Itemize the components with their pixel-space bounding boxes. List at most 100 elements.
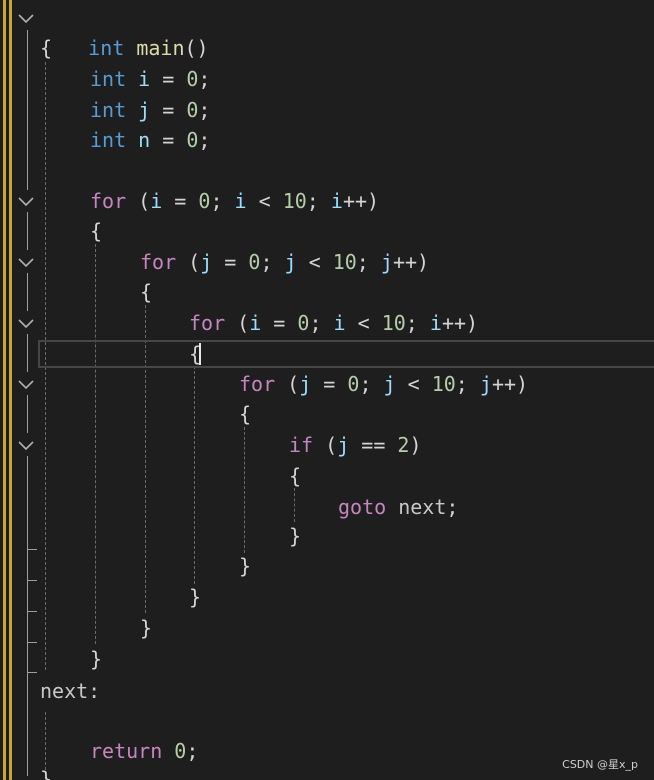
operator: == [349, 433, 398, 457]
code-line-decl-i[interactable]: int i = 0; [90, 64, 210, 94]
number: 0 [347, 372, 360, 396]
variable: i [330, 189, 343, 213]
number: 0 [186, 128, 199, 152]
number: 0 [297, 311, 310, 335]
code-line-for-loop[interactable]: for (i = 0; i < 10; i++) [189, 308, 478, 338]
code-line-close-brace[interactable]: } [289, 521, 301, 551]
fold-range-line [27, 273, 28, 311]
fold-end-marker [27, 611, 37, 612]
code-editor[interactable]: int main() { int i = 0; int j = 0; int n… [0, 0, 654, 780]
brace: } [90, 647, 103, 671]
code-line-return[interactable]: return 0; [90, 736, 198, 766]
parens: () [184, 36, 209, 60]
keyword-int: int [90, 128, 127, 152]
watermark: CSDN @星x_p [562, 758, 638, 771]
punc: < [246, 189, 283, 213]
punc: = [212, 250, 249, 274]
brace: { [239, 402, 252, 426]
keyword-for: for [90, 189, 127, 213]
variable: i [333, 311, 346, 335]
punc: ++) [491, 372, 529, 396]
punc: ; [359, 372, 384, 396]
semicolon: ; [198, 128, 211, 152]
fold-chevron-icon[interactable] [16, 191, 36, 211]
brace: } [40, 767, 53, 780]
keyword-for: for [140, 250, 177, 274]
fold-range-line [27, 212, 28, 250]
brace: { [40, 36, 53, 60]
code-line-for-loop[interactable]: for (j = 0; j < 10; j++) [140, 247, 429, 277]
punc: ++) [392, 250, 430, 274]
operator: = [150, 98, 187, 122]
code-line-open-brace[interactable]: { [40, 33, 52, 63]
punc: = [261, 311, 298, 335]
fold-chevron-icon[interactable] [16, 8, 36, 28]
code-line-decl-n[interactable]: int n = 0; [90, 125, 210, 155]
punc: ) [409, 433, 422, 457]
keyword-int: int [88, 36, 125, 60]
fold-chevron-icon[interactable] [16, 435, 36, 455]
keyword-return: return [90, 739, 163, 763]
code-line-open-brace[interactable]: { [140, 277, 152, 307]
change-marker-bar [3, 0, 6, 780]
punc: ( [126, 189, 151, 213]
punc: ++) [441, 311, 479, 335]
code-line-close-brace[interactable]: } [189, 582, 201, 612]
variable: i [138, 67, 151, 91]
indent-guide [95, 244, 96, 644]
label-ref: next [386, 495, 447, 519]
fold-range-line [27, 334, 28, 372]
keyword-for: for [189, 311, 226, 335]
fold-end-marker [27, 672, 37, 673]
punc: ; [455, 372, 480, 396]
fold-chevron-icon[interactable] [16, 252, 36, 272]
punc: ; [210, 189, 235, 213]
number: 2 [397, 433, 410, 457]
fold-range-line [27, 456, 28, 776]
variable: i [429, 311, 442, 335]
code-line-open-brace[interactable]: { [289, 461, 301, 491]
code-line-close-brace[interactable]: } [90, 644, 102, 674]
number: 0 [186, 67, 199, 91]
code-line-label[interactable]: next: [40, 676, 100, 706]
operator: = [150, 128, 187, 152]
code-line-open-brace[interactable]: { [90, 216, 102, 246]
code-line-close-brace[interactable]: } [239, 551, 251, 581]
indent-guide [194, 366, 195, 584]
code-line-close-brace[interactable]: } [140, 613, 152, 643]
brace: { [289, 464, 302, 488]
variable: i [234, 189, 247, 213]
code-line-if[interactable]: if (j == 2) [289, 430, 422, 460]
code-line-main-signature[interactable]: int main() [40, 3, 208, 60]
variable: i [249, 311, 262, 335]
punc: < [395, 372, 432, 396]
fold-chevron-icon[interactable] [16, 374, 36, 394]
fold-end-marker [27, 642, 37, 643]
punc: = [311, 372, 348, 396]
number: 0 [248, 250, 261, 274]
keyword-int: int [90, 98, 127, 122]
variable: i [150, 189, 163, 213]
code-line-for-loop[interactable]: for (j = 0; j < 10; j++) [239, 369, 528, 399]
brace: { [90, 219, 103, 243]
punc: ; [260, 250, 285, 274]
code-line-close-brace[interactable]: } [40, 764, 52, 780]
number: 10 [282, 189, 307, 213]
change-marker-bar-2 [9, 0, 12, 780]
variable: n [138, 128, 151, 152]
fold-chevron-icon[interactable] [16, 313, 36, 333]
code-line-decl-j[interactable]: int j = 0; [90, 95, 210, 125]
indent-guide [294, 488, 295, 522]
fold-range-line [27, 30, 28, 190]
semicolon: ; [446, 495, 459, 519]
variable: j [337, 433, 350, 457]
code-line-for-loop[interactable]: for (i = 0; i < 10; i++) [90, 186, 379, 216]
variable: j [299, 372, 312, 396]
code-line-open-brace[interactable]: { [239, 399, 251, 429]
variable: j [383, 372, 396, 396]
code-line-goto[interactable]: goto next; [338, 492, 458, 522]
text-cursor [199, 343, 201, 365]
brace: } [140, 616, 153, 640]
brace: { [140, 280, 153, 304]
punc: ; [309, 311, 334, 335]
